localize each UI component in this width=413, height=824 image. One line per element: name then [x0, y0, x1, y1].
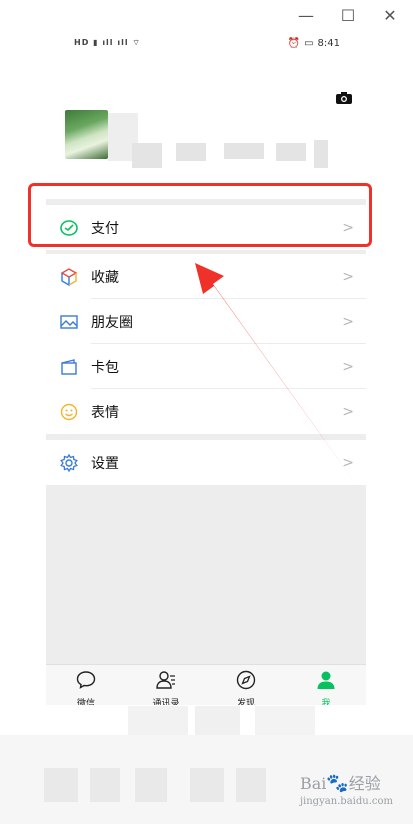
watermark-brand: Bai: [299, 774, 327, 793]
watermark-domain: jingyan.baidu.com: [299, 796, 393, 807]
watermark: Bai🐾经验 jingyan.baidu.com: [300, 770, 393, 807]
paw-logo-icon: 🐾: [326, 773, 349, 794]
watermark-suffix: 经验: [348, 774, 381, 793]
annotation-arrow: [195, 263, 356, 484]
